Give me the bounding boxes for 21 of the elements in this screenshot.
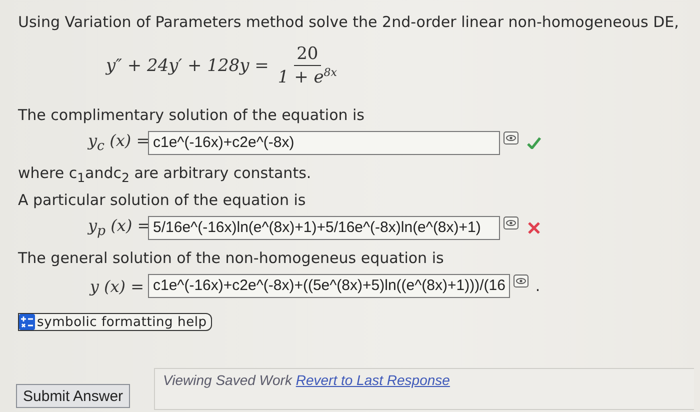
prompt-text: The general solution of the non-homogeneus equation is [17, 248, 445, 269]
submit-button[interactable]: Submit Answer [16, 384, 130, 408]
equation-lhs: y″ + 24y′ + 128y = [106, 56, 269, 76]
preview-icon[interactable] [513, 274, 530, 288]
fraction-denominator: 1 + e$^{8x}$ [276, 66, 338, 88]
question-text: Using Variation of Parameters method solve the 2nd-order linear non-homogeneous DE, [17, 12, 680, 32]
saved-work-note: Viewing Saved Work [163, 372, 292, 388]
answer-field[interactable]: c1e^(-16x)+c2e^(-8x) [148, 131, 500, 155]
answer-field[interactable]: c1e^(-16x)+c2e^(-8x)+((5e^(8x)+5)ln((e^(8x)+1)))/(16 [148, 274, 510, 298]
math-symbols-icon [19, 314, 35, 330]
period-text: . [535, 277, 540, 295]
prompt-text: A particular solution of the equation is [17, 190, 307, 211]
prompt-text: The complimentary solution of the equation is [17, 105, 366, 126]
answer-field[interactable]: 5/16e^(-16x)ln(e^(8x)+1)+5/16e^(-8x)ln(e^(8x)+1) [148, 216, 500, 240]
help-link[interactable]: symbolic formatting help [18, 313, 212, 331]
fraction-numerator: 20 [294, 44, 322, 66]
math-label: y (x) = [88, 276, 144, 296]
prompt-text: where c$_{1}$andc$_{2}$ are arbitrary constants. [17, 163, 312, 187]
revert-link[interactable]: Revert to Last Response [296, 372, 450, 388]
preview-icon[interactable] [503, 216, 519, 230]
preview-icon[interactable] [503, 131, 519, 145]
